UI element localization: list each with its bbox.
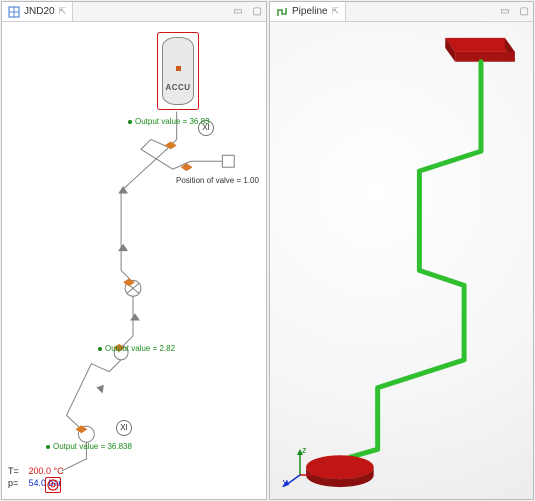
pump-component[interactable] (45, 477, 61, 493)
left-pane: JND20 ⇱ ▭ ▢ ACCU (1, 1, 267, 500)
annotation-output-1: Output value = 36.83 (128, 117, 210, 126)
temperature-row: T= 200.0 °C (8, 465, 64, 477)
temperature-label: T= (8, 465, 26, 477)
tab-jnd20[interactable]: JND20 ⇱ (2, 2, 73, 21)
xi-indicator-bottom[interactable]: XI (116, 420, 132, 436)
annotation-output-2: Output value = 2.82 (98, 344, 175, 353)
tab-pipeline[interactable]: Pipeline ⇱ (270, 2, 346, 21)
right-tabbar: Pipeline ⇱ ▭ ▢ (270, 2, 533, 22)
pipeline-svg (270, 22, 533, 499)
pump-icon (47, 479, 59, 491)
annotation-valve-position: Position of valve = 1.00 (176, 176, 259, 185)
right-tab-controls: ▭ ▢ (498, 2, 531, 21)
axis-x-label: x (322, 469, 327, 479)
minimize-button[interactable]: ▭ (231, 6, 244, 17)
schematic-canvas[interactable]: ACCU (2, 22, 266, 499)
axis-gizmo[interactable]: y z x (280, 447, 328, 489)
axis-y-label: y (283, 477, 288, 487)
minimize-button[interactable]: ▭ (498, 6, 511, 17)
maximize-button[interactable]: ▢ (251, 6, 264, 17)
left-tab-controls: ▭ ▢ (231, 2, 264, 21)
pin-icon: ⇱ (59, 6, 67, 17)
schematic-icon (8, 6, 20, 18)
axis-z-label: z (302, 445, 307, 455)
tab-jnd20-label: JND20 (24, 6, 55, 17)
maximize-button[interactable]: ▢ (518, 6, 531, 17)
left-tabbar: JND20 ⇱ ▭ ▢ (2, 2, 266, 22)
tab-pipeline-label: Pipeline (292, 6, 328, 17)
pipeline-icon (276, 6, 288, 18)
annotation-output-3: Output value = 36.838 (46, 442, 132, 451)
temperature-value: 200.0 °C (29, 466, 64, 476)
pipeline-3d-viewport[interactable]: y z x (270, 22, 533, 499)
right-pane: Pipeline ⇱ ▭ ▢ (269, 1, 534, 500)
pipeline-path (350, 62, 481, 458)
pin-icon: ⇱ (332, 6, 340, 17)
top-tank (445, 38, 515, 62)
schematic-svg (2, 22, 266, 499)
pressure-label: p= (8, 477, 26, 489)
